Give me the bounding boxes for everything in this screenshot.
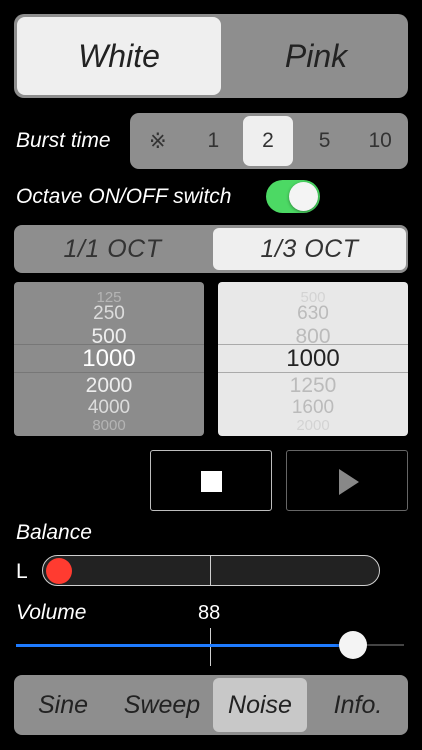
volume-value: 88 — [198, 602, 221, 624]
burst-option-continuous[interactable]: ※ — [130, 113, 186, 169]
noise-white-option[interactable]: White — [17, 17, 221, 95]
noise-type-segmented: White Pink — [14, 14, 408, 98]
balance-center-mark — [210, 555, 211, 586]
noise-pink-option[interactable]: Pink — [224, 14, 408, 98]
picker-item: 8000 — [92, 417, 126, 434]
tab-info[interactable]: Info. — [308, 675, 408, 735]
volume-label: Volume — [16, 601, 87, 624]
tab-noise[interactable]: Noise — [213, 678, 307, 732]
mode-tab-bar: Sine Sweep Noise Info. — [14, 675, 408, 735]
tab-sine[interactable]: Sine — [14, 675, 112, 735]
tab-sweep[interactable]: Sweep — [112, 675, 212, 735]
frequency-picker-1-1[interactable]: 125 250 500 1000 2000 4000 8000 — [14, 282, 204, 436]
picker-selection-line — [218, 372, 408, 373]
picker-selected-item: 1000 — [286, 345, 340, 372]
picker-item: 1600 — [291, 397, 335, 418]
play-button[interactable] — [286, 450, 408, 511]
volume-slider-knob[interactable] — [339, 631, 367, 659]
burst-time-label: Burst time — [16, 129, 111, 152]
volume-slider-fill — [16, 644, 353, 647]
burst-option-2[interactable]: 2 — [243, 116, 293, 166]
picker-item: 4000 — [87, 397, 131, 418]
stop-icon — [201, 471, 222, 492]
burst-option-10[interactable]: 10 — [352, 113, 408, 169]
balance-label: Balance — [16, 521, 92, 544]
stop-button[interactable] — [150, 450, 272, 511]
octave-1-3-option[interactable]: 1/3 OCT — [213, 228, 406, 270]
burst-option-5[interactable]: 5 — [297, 113, 353, 169]
balance-side-label: L — [16, 560, 28, 583]
octave-toggle[interactable] — [266, 180, 320, 213]
octave-switch-label: Octave ON/OFF switch — [16, 185, 232, 208]
picker-selected-item: 1000 — [82, 345, 136, 372]
play-icon — [339, 469, 359, 495]
frequency-picker-1-3[interactable]: 500 630 800 1000 1250 1600 2000 — [218, 282, 408, 436]
picker-item: 630 — [297, 303, 329, 324]
burst-time-segmented: ※ 1 2 5 10 — [130, 113, 408, 169]
burst-option-1[interactable]: 1 — [186, 113, 242, 169]
balance-slider-track[interactable] — [42, 555, 380, 586]
toggle-knob — [289, 182, 318, 211]
balance-slider-knob[interactable] — [46, 558, 72, 584]
picker-item: 2000 — [85, 374, 133, 397]
picker-item: 2000 — [296, 417, 330, 434]
octave-1-1-option[interactable]: 1/1 OCT — [14, 225, 211, 273]
picker-item: 1250 — [289, 374, 337, 397]
picker-item: 250 — [93, 303, 125, 324]
picker-selection-line — [14, 372, 204, 373]
volume-center-mark — [210, 628, 211, 666]
octave-mode-segmented: 1/1 OCT 1/3 OCT — [14, 225, 408, 273]
